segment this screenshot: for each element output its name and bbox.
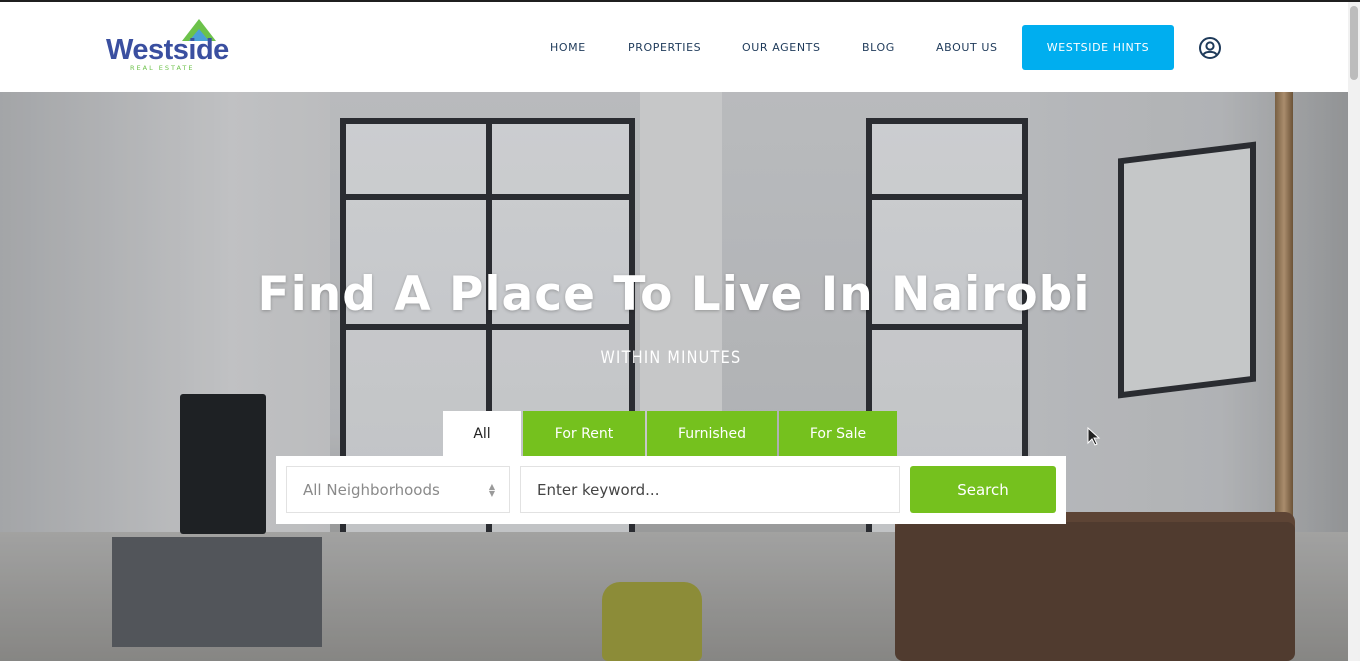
tab-for-sale[interactable]: For Sale [779,411,897,456]
select-caret-icon: ▲ ▼ [488,482,495,498]
site-header: Westside REAL ESTATE HOME PROPERTIES OUR… [0,2,1348,92]
nav-item-about-us[interactable]: ABOUT US [936,41,998,54]
hero-overlay [0,92,1348,661]
nav-item-blog[interactable]: BLOG [862,41,895,54]
hero-title: Find A Place To Live In Nairobi [257,267,1091,322]
tab-all[interactable]: All [443,411,521,456]
hero-subtitle: WITHIN MINUTES [600,348,742,368]
neighborhood-select[interactable]: All Neighborhoods ▲ ▼ [286,466,510,513]
nav-item-our-agents[interactable]: OUR AGENTS [742,41,821,54]
hero-section: Find A Place To Live In Nairobi WITHIN M… [0,92,1348,661]
tab-for-rent[interactable]: For Rent [523,411,645,456]
search-panel: All Neighborhoods ▲▼ Search [276,456,1066,524]
scrollbar-thumb[interactable] [1350,6,1358,80]
mouse-cursor-icon [1087,427,1101,446]
tab-furnished[interactable]: Furnished [647,411,777,456]
page-scrollbar[interactable] [1348,2,1360,661]
neighborhood-select-value: All Neighborhoods [303,480,440,499]
westside-hints-button[interactable]: WESTSIDE HINTS [1022,25,1174,70]
user-circle-icon[interactable] [1198,36,1222,60]
nav-item-home[interactable]: HOME [550,41,586,54]
keyword-input[interactable] [520,466,900,513]
search-button[interactable]: Search [910,466,1056,513]
nav-item-properties[interactable]: PROPERTIES [628,41,701,54]
